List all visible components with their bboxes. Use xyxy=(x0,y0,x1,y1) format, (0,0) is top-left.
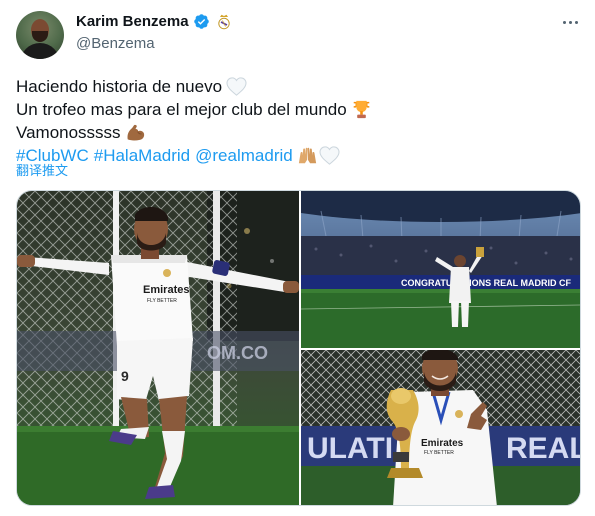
player-celebrating-photo[interactable]: OM.CO Emirates FLY BETTER 9 xyxy=(17,191,299,505)
author-name-row: Karim Benzema xyxy=(76,13,231,30)
verified-badge-icon[interactable] xyxy=(193,13,210,30)
tweet-line-3: Vamonosssss xyxy=(16,121,372,144)
ad-board-right-text: REAL xyxy=(506,432,581,465)
raising-hands-icon xyxy=(297,146,318,165)
ad-board-text: OM.CO xyxy=(207,343,268,363)
more-dot-icon xyxy=(568,20,572,24)
white-heart-icon xyxy=(319,146,340,165)
media-grid: OM.CO Emirates FLY BETTER 9 CONGRATULATI… xyxy=(16,190,581,506)
ad-board-left-text: ULATI xyxy=(307,432,393,465)
tweet-hashtag-line: #ClubWC #HalaMadrid @realmadrid xyxy=(16,144,372,167)
stadium-celebration-photo[interactable]: CONGRATULATIONS REAL MADRID CF xyxy=(301,191,580,348)
avatar[interactable] xyxy=(16,11,64,59)
tweet-card: Karim Benzema @Benzema Haciendo historia… xyxy=(0,0,595,516)
more-dot-icon xyxy=(574,20,578,24)
white-heart-icon xyxy=(226,77,247,96)
real-madrid-crest-icon[interactable] xyxy=(217,14,231,30)
mention-realmadrid-link[interactable]: @realmadrid xyxy=(195,144,293,167)
more-options-button[interactable] xyxy=(559,14,581,30)
tweet-line-1: Haciendo historia de nuevo xyxy=(16,75,372,98)
tweet-line-text: Haciendo historia de nuevo xyxy=(16,77,223,96)
svg-text:9: 9 xyxy=(121,368,129,384)
author-handle[interactable]: @Benzema xyxy=(76,35,155,52)
jersey-sponsor-text: Emirates xyxy=(143,284,189,296)
tweet-text: Haciendo historia de nuevo Un trofeo mas… xyxy=(16,75,372,167)
stadium-banner-text: CONGRATULATIONS REAL MADRID CF xyxy=(401,278,571,288)
tweet-line-2: Un trofeo mas para el mejor club del mun… xyxy=(16,98,372,121)
trophy-icon xyxy=(351,100,372,119)
player-with-trophy-photo[interactable]: ULATI REAL Emirates FLY BETTER xyxy=(301,350,581,505)
translate-tweet-link[interactable]: 翻译推文 xyxy=(16,160,68,179)
jersey-sponsor-text: Emirates xyxy=(421,438,464,449)
flexed-biceps-icon xyxy=(125,123,146,142)
author-display-name[interactable]: Karim Benzema xyxy=(76,13,189,30)
hashtag-halamadrid-link[interactable]: #HalaMadrid xyxy=(94,144,190,167)
tweet-line-text: Un trofeo mas para el mejor club del mun… xyxy=(16,100,347,119)
tweet-line-text: Vamonosssss xyxy=(16,123,121,142)
svg-text:FLY BETTER: FLY BETTER xyxy=(147,298,177,304)
more-dot-icon xyxy=(562,20,566,24)
svg-text:FLY BETTER: FLY BETTER xyxy=(424,450,454,456)
